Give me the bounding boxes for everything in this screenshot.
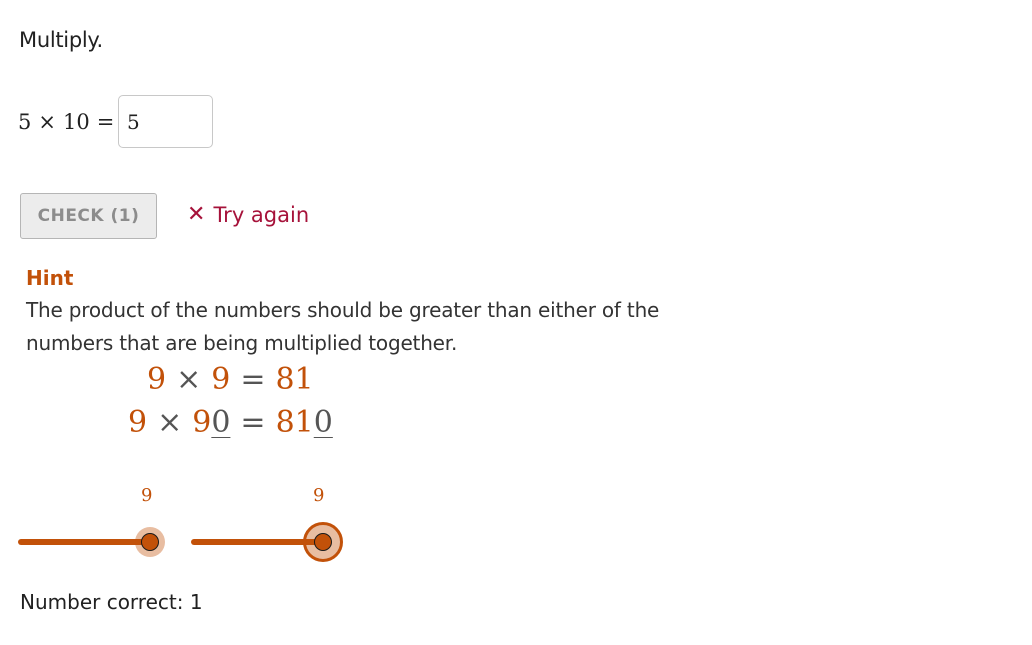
times-sign: × [38,110,56,134]
hint-title: Hint [26,266,74,290]
slider-2-track[interactable] [191,539,321,545]
hint-text: The product of the numbers should be gre… [26,298,660,355]
check-button[interactable]: CHECK (1) [20,193,157,239]
score-text: Number correct: 1 [20,590,203,614]
factor-a: 9 [147,362,167,397]
slider-1-track[interactable] [18,539,148,545]
feedback-text: Try again [213,202,310,227]
slider-1-value: 9 [141,485,153,506]
times-sign: × [176,362,202,397]
answer-input[interactable] [118,95,213,148]
slider-1-thumb[interactable] [141,533,159,551]
feedback-message: ✕ Try again [187,202,309,227]
equals-sign: = [96,110,115,134]
factor-b: 9 [211,362,231,397]
times-sign: × [157,405,183,440]
hint-equation-2: 9 × 90 = 81 0 [128,405,333,440]
product: 81 [275,362,314,397]
x-mark-icon: ✕ [187,202,206,227]
problem-equation: 5 × 10 = [18,110,114,134]
equals-sign: = [240,362,266,397]
factor-b: 9 [192,405,212,440]
factor-a: 9 [128,405,148,440]
factor-b-zero: 0 [211,405,231,440]
instruction-text: Multiply. [19,28,103,52]
slider-2-thumb[interactable] [314,533,332,551]
hint-equation-1: 9 × 9 = 81 [147,362,314,397]
operand-a: 5 [18,110,32,134]
operand-b: 10 [62,110,90,134]
product: 81 [275,405,314,440]
product-zero: 0 [313,405,333,440]
slider-2-value: 9 [313,485,325,506]
equals-sign: = [240,405,266,440]
